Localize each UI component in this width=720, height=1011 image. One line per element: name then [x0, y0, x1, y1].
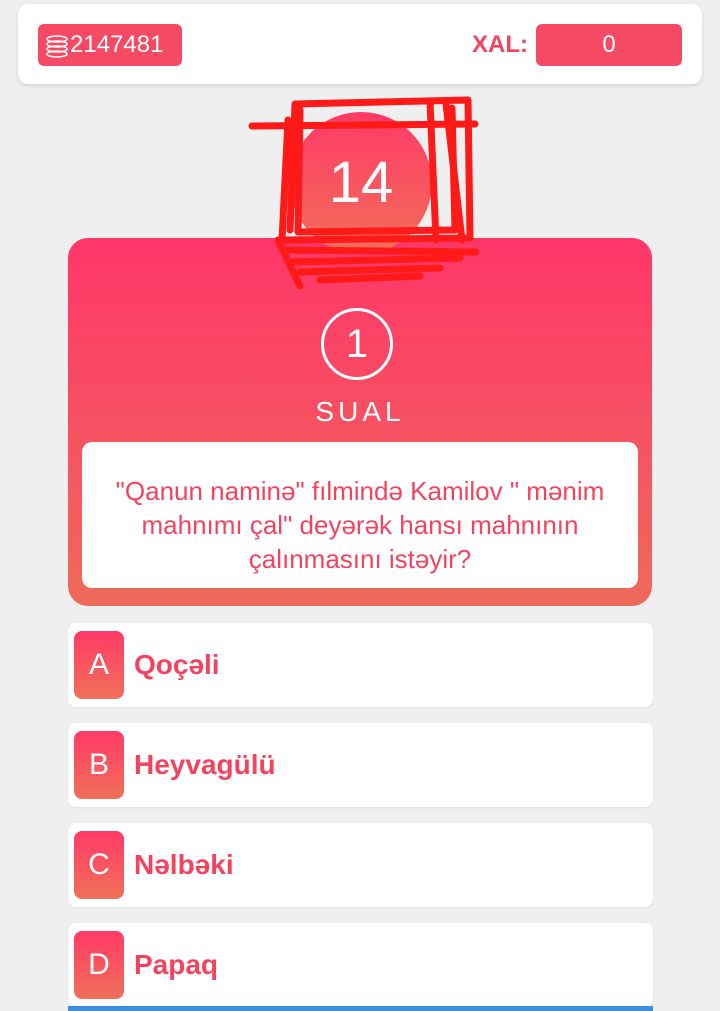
coins-counter: 2147481 [38, 24, 182, 66]
answer-option-a[interactable]: A Qoçəli [68, 623, 653, 707]
answer-letter: D [74, 931, 124, 999]
question-text-box: "Qanun naminə" fılmində Kamilov " mənim … [82, 442, 638, 588]
question-number: 1 [321, 308, 393, 380]
question-label: SUAL [315, 396, 405, 427]
answer-option-d[interactable]: D Papaq [68, 923, 653, 1007]
score-label: XAL: [472, 31, 528, 58]
answer-option-b[interactable]: B Heyvagülü [68, 723, 653, 807]
answer-text: Nəlbəki [134, 849, 234, 880]
quiz-screen: 2147481 XAL: 0 14 1 SUAL "Qanun naminə" … [0, 0, 720, 1011]
answer-letter: C [74, 831, 124, 899]
question-text: "Qanun naminə" fılmində Kamilov " mənim … [115, 476, 605, 574]
question-card: 1 SUAL "Qanun naminə" fılmində Kamilov "… [68, 238, 652, 606]
answer-letter: A [74, 631, 124, 699]
answer-letter: B [74, 731, 124, 799]
answer-option-c[interactable]: C Nəlbəki [68, 823, 653, 907]
answer-text: Papaq [134, 949, 219, 980]
bottom-banner-edge [68, 1006, 653, 1011]
answer-text: Qoçəli [134, 649, 220, 680]
top-bar: 2147481 XAL: 0 [18, 4, 702, 84]
score-value: 0 [536, 24, 682, 66]
coins-stack-icon [44, 32, 70, 58]
answer-text: Heyvagülü [134, 749, 276, 780]
coins-value: 2147481 [70, 31, 164, 58]
countdown-timer: 14 [290, 112, 432, 254]
